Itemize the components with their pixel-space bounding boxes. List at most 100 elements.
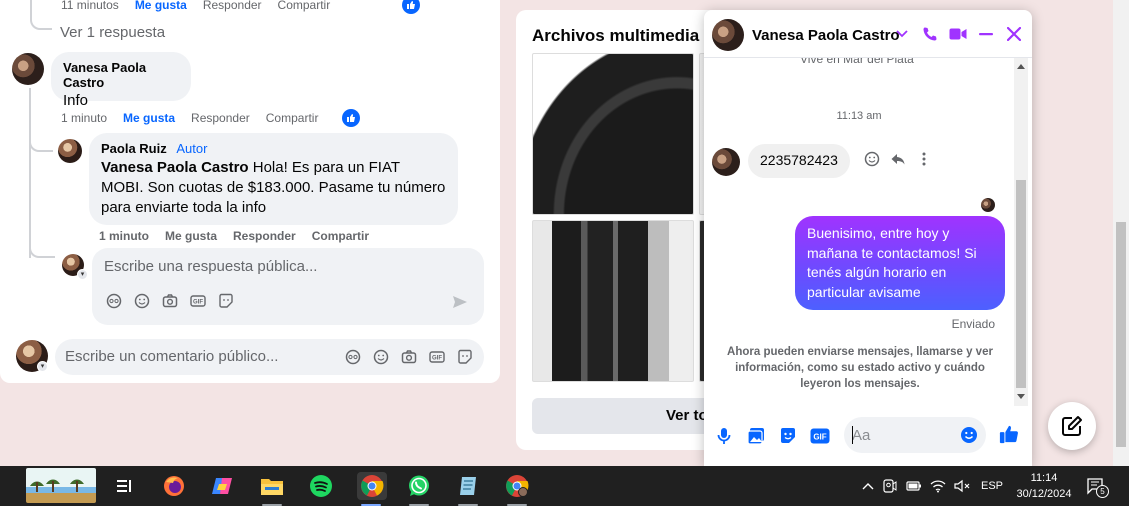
avatar[interactable] <box>12 53 44 85</box>
microphone-icon[interactable] <box>714 426 734 446</box>
view-replies-link[interactable]: Ver 1 respuesta <box>60 24 165 41</box>
start-button-wallpaper-thumbnail[interactable] <box>26 468 96 503</box>
chat-header: Vanesa Paola Castro <box>704 10 1032 58</box>
battery-icon[interactable] <box>902 480 926 492</box>
chrome-profile-icon[interactable] <box>503 472 531 506</box>
message-input[interactable]: Aa <box>844 417 986 453</box>
thumbs-up-icon[interactable] <box>999 424 1019 444</box>
comment-bubble: Vanesa Paola Castro Info <box>51 52 191 109</box>
comment-time: 1 minuto <box>61 111 108 125</box>
share-link[interactable]: Compartir <box>312 229 369 243</box>
reply-link[interactable]: Responder <box>203 0 262 12</box>
wifi-icon[interactable] <box>926 479 950 493</box>
like-link[interactable]: Me gusta <box>165 229 217 243</box>
like-link[interactable]: Me gusta <box>135 0 187 12</box>
comment-meta: 1 minuto Me gusta Responder Compartir <box>61 109 361 127</box>
scroll-thumb[interactable] <box>1016 180 1026 388</box>
media-thumbnail[interactable] <box>532 53 694 215</box>
sticker-icon[interactable] <box>778 426 798 446</box>
scroll-down-arrow[interactable] <box>1017 394 1025 399</box>
react-emoji-icon[interactable] <box>864 151 880 170</box>
emoji-icon[interactable] <box>373 349 389 365</box>
page-scroll-thumb[interactable] <box>1116 222 1126 447</box>
chevron-down-icon[interactable]: ▾ <box>77 269 88 280</box>
like-reaction-icon <box>402 0 421 14</box>
thread-connector <box>29 238 55 258</box>
whatsapp-icon[interactable] <box>405 472 433 506</box>
emoji-icon[interactable] <box>960 426 978 449</box>
post-comments-card: 11 minutos Me gusta Responder Compartir … <box>0 0 500 383</box>
avatar-sticker-icon[interactable] <box>106 293 122 309</box>
phone-call-icon[interactable] <box>920 24 940 44</box>
sender-avatar[interactable] <box>712 148 740 176</box>
scroll-up-arrow[interactable] <box>1017 64 1025 69</box>
outgoing-message[interactable]: Buenisimo, entre hoy y mañana te contact… <box>795 216 1005 310</box>
media-thumbnail[interactable] <box>532 220 694 382</box>
contact-avatar[interactable] <box>712 19 744 51</box>
reply-text: Vanesa Paola Castro Hola! Es para un FIA… <box>101 158 446 218</box>
like-reaction-icon <box>342 109 361 127</box>
comment-input-tools: GIF <box>345 349 473 365</box>
input-language[interactable]: ESP <box>974 480 1010 492</box>
connection-info: Ahora pueden enviarse mensajes, llamarse… <box>727 346 993 390</box>
firefox-icon[interactable] <box>160 472 188 500</box>
camera-icon[interactable] <box>162 293 178 309</box>
contact-name[interactable]: Vanesa Paola Castro <box>752 27 900 44</box>
send-icon[interactable] <box>452 294 468 315</box>
system-tray: ESP <box>858 466 1010 506</box>
comment-time: 11 minutos <box>61 0 119 12</box>
page-scrollbar[interactable] <box>1113 0 1129 466</box>
task-view-icon[interactable] <box>110 472 138 500</box>
meet-now-icon[interactable] <box>878 479 902 493</box>
video-call-icon[interactable] <box>948 24 968 44</box>
thread-line <box>29 88 31 258</box>
reply-link[interactable]: Responder <box>191 111 250 125</box>
reply-link[interactable]: Responder <box>233 229 296 243</box>
comment-author[interactable]: Vanesa Paola Castro <box>63 60 179 90</box>
notifications-icon[interactable]: 5 <box>1086 477 1109 500</box>
chat-scrollbar[interactable] <box>1014 58 1028 406</box>
share-link[interactable]: Compartir <box>266 111 319 125</box>
incoming-message[interactable]: 2235782423 <box>748 144 850 178</box>
thread-connector <box>30 20 52 30</box>
gif-icon[interactable]: GIF <box>429 349 445 365</box>
gif-icon[interactable]: GIF <box>810 426 830 446</box>
notes-app-icon[interactable] <box>454 472 482 506</box>
message-timestamp: 11:13 am <box>836 110 882 122</box>
svg-text:GIF: GIF <box>193 300 203 306</box>
gif-icon[interactable]: GIF <box>190 293 206 309</box>
file-explorer-icon[interactable] <box>258 472 286 506</box>
sticker-icon[interactable] <box>218 293 234 309</box>
comment-input[interactable]: Escribe un comentario público... GIF <box>55 339 484 375</box>
reply-author[interactable]: Paola Ruiz <box>101 141 167 156</box>
more-options-icon[interactable] <box>916 151 932 170</box>
contact-location: Vive en Mar del Plata <box>800 58 914 66</box>
mention-link[interactable]: Vanesa Paola Castro <box>101 159 249 176</box>
camera-icon[interactable] <box>401 349 417 365</box>
volume-muted-icon[interactable] <box>950 479 974 493</box>
reply-arrow-icon[interactable] <box>890 151 906 170</box>
close-icon[interactable] <box>1004 24 1024 44</box>
avatar[interactable] <box>58 139 82 163</box>
system-clock[interactable]: 11:14 30/12/2024 <box>1010 470 1078 502</box>
minimize-icon[interactable] <box>976 24 996 44</box>
emoji-icon[interactable] <box>134 293 150 309</box>
chevron-up-icon[interactable] <box>858 482 878 490</box>
reply-author-line: Paola Ruiz Autor <box>101 141 446 156</box>
reply-input-placeholder: Escribe una respuesta pública... <box>104 258 318 275</box>
reply-input[interactable]: Escribe una respuesta pública... GIF <box>92 248 484 325</box>
new-message-button[interactable] <box>1048 402 1096 450</box>
like-link[interactable]: Me gusta <box>123 111 175 125</box>
share-link[interactable]: Compartir <box>278 0 331 12</box>
svg-text:GIF: GIF <box>432 356 442 362</box>
chevron-down-icon[interactable] <box>892 24 912 44</box>
chrome-icon[interactable] <box>357 472 387 506</box>
reply-input-tools: GIF <box>106 293 234 309</box>
chevron-down-icon[interactable]: ▾ <box>37 361 48 372</box>
copilot-icon[interactable] <box>208 472 236 500</box>
photo-icon[interactable] <box>746 426 766 446</box>
sticker-icon[interactable] <box>457 349 473 365</box>
spotify-icon[interactable] <box>307 472 335 500</box>
avatar-sticker-icon[interactable] <box>345 349 361 365</box>
comment-input-placeholder: Escribe un comentario público... <box>65 348 279 365</box>
